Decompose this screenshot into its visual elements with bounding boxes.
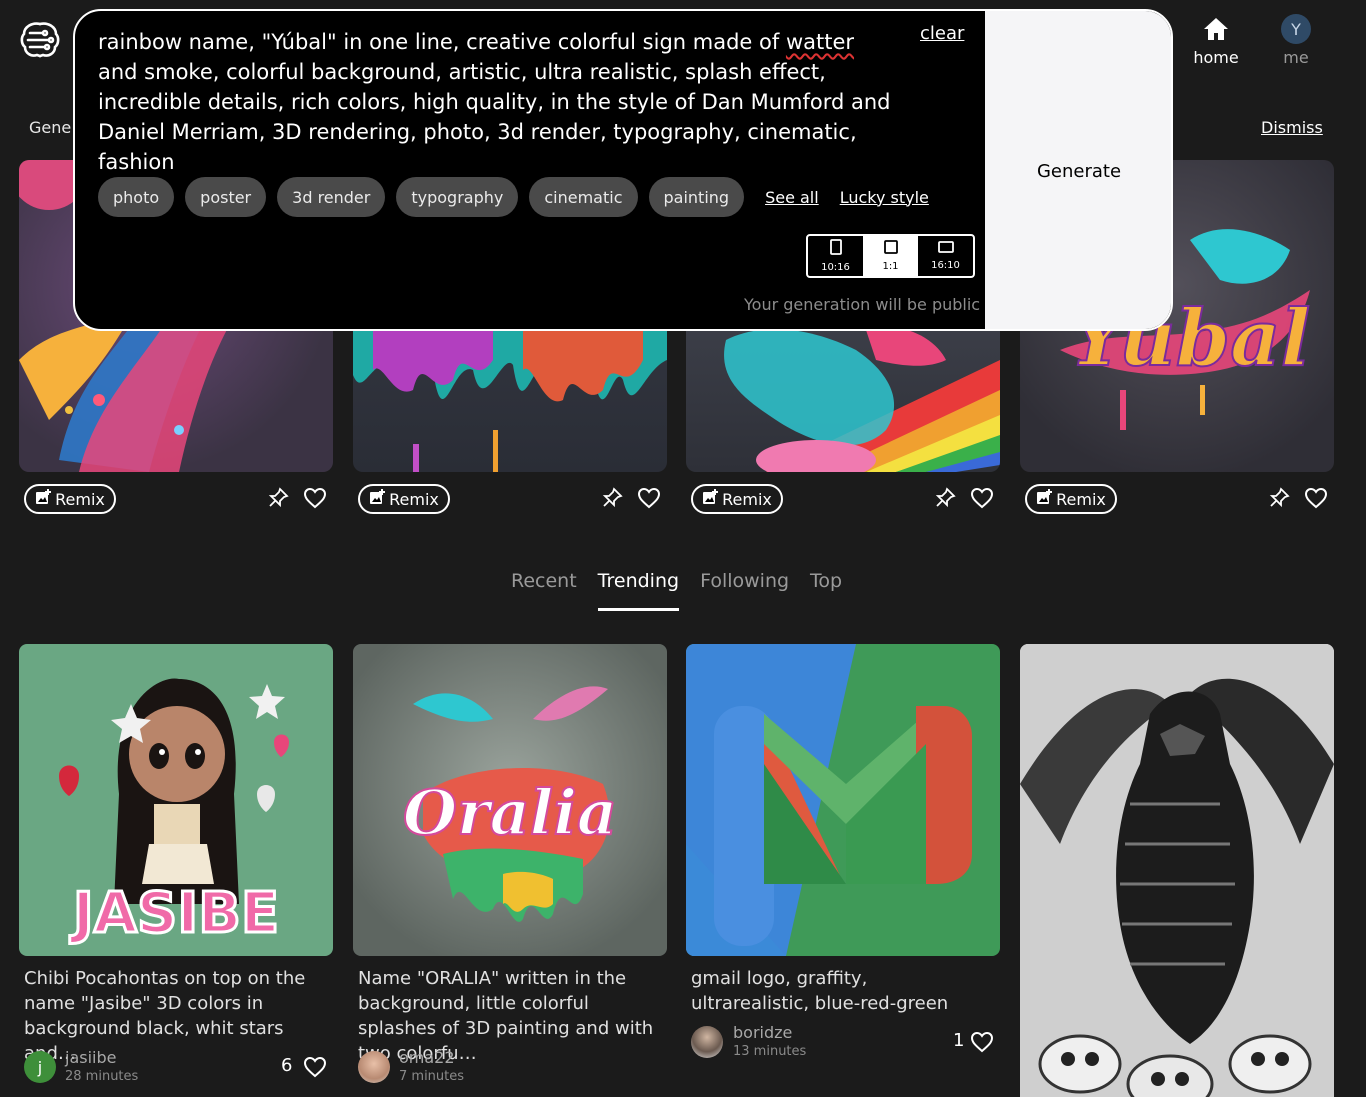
remix-label: Remix xyxy=(389,489,439,509)
image-plus-icon xyxy=(369,489,386,509)
aspect-label: 1:1 xyxy=(882,261,899,272)
user-name[interactable]: boridze xyxy=(733,1023,792,1042)
aspect-ratio-selector: 10:16 1:1 16:10 xyxy=(806,234,975,278)
nav-home[interactable]: home xyxy=(1186,14,1246,67)
home-icon xyxy=(1201,14,1231,44)
prompt-misspelled-word: watter xyxy=(785,30,855,54)
generate-button[interactable]: Generate xyxy=(985,11,1171,329)
image-plus-icon xyxy=(35,489,52,509)
avatar[interactable]: j xyxy=(24,1051,56,1083)
oralia-image-text: Oralia xyxy=(403,776,617,849)
heart-icon[interactable] xyxy=(970,486,994,510)
remix-button[interactable]: Remix xyxy=(24,484,116,514)
like-count: 1 xyxy=(953,1030,965,1051)
image-plus-icon xyxy=(1036,489,1053,509)
jasibe-image-text: JASIBE xyxy=(69,881,279,946)
avatar[interactable] xyxy=(358,1051,390,1083)
style-chips: photo poster 3d render typography cinema… xyxy=(98,177,929,217)
feed-image-gmail[interactable] xyxy=(686,644,1000,956)
heart-icon[interactable] xyxy=(970,1030,994,1054)
aspect-option-landscape[interactable]: 16:10 xyxy=(918,236,973,276)
prompt-text-start: rainbow name, "Yúbal" in one line, creat… xyxy=(98,30,786,54)
pin-icon[interactable] xyxy=(1267,486,1291,510)
like-count: 6 xyxy=(281,1055,293,1076)
tab-top[interactable]: Top xyxy=(810,570,842,611)
heart-icon[interactable] xyxy=(637,486,661,510)
pin-icon[interactable] xyxy=(933,486,957,510)
public-notice: Your generation will be public xyxy=(744,295,981,314)
dismiss-link[interactable]: Dismiss xyxy=(1261,118,1323,137)
aspect-label: 16:10 xyxy=(931,260,960,271)
me-avatar-wrap: Y xyxy=(1281,14,1311,44)
style-chip-photo[interactable]: photo xyxy=(98,177,175,217)
square-aspect-icon xyxy=(883,240,898,257)
aspect-option-square[interactable]: 1:1 xyxy=(863,236,918,276)
remix-label: Remix xyxy=(722,489,772,509)
tab-recent[interactable]: Recent xyxy=(511,570,577,611)
section-label: Gene xyxy=(29,118,72,137)
heart-icon[interactable] xyxy=(303,486,327,510)
aspect-label: 10:16 xyxy=(821,262,850,273)
aspect-option-portrait[interactable]: 10:16 xyxy=(808,236,863,276)
image-plus-icon xyxy=(702,489,719,509)
feed-image-jasibe[interactable]: JASIBE xyxy=(19,644,333,956)
portrait-aspect-icon xyxy=(829,239,842,258)
remix-label: Remix xyxy=(1056,489,1106,509)
style-chip-painting[interactable]: painting xyxy=(648,177,745,217)
app-root: home Y me Gene Dismiss Yúbal Remix Remix… xyxy=(0,0,1366,1097)
brain-logo-icon[interactable] xyxy=(18,18,62,62)
lucky-style-link[interactable]: Lucky style xyxy=(840,188,929,207)
heart-icon[interactable] xyxy=(1304,486,1328,510)
avatar[interactable] xyxy=(691,1026,723,1058)
remix-button[interactable]: Remix xyxy=(358,484,450,514)
remix-label: Remix xyxy=(55,489,105,509)
prompt-input[interactable]: rainbow name, "Yúbal" in one line, creat… xyxy=(98,27,898,177)
post-time: 13 minutes xyxy=(733,1044,807,1059)
prompt-panel: rainbow name, "Yúbal" in one line, creat… xyxy=(73,9,1173,331)
heart-icon[interactable] xyxy=(303,1055,327,1079)
prompt-text-end: and smoke, colorful background, artistic… xyxy=(98,60,891,174)
tab-following[interactable]: Following xyxy=(700,570,789,611)
post-time: 28 minutes xyxy=(65,1069,139,1084)
post-time: 7 minutes xyxy=(399,1069,465,1084)
clear-button[interactable]: clear xyxy=(920,23,964,44)
remix-button[interactable]: Remix xyxy=(1025,484,1117,514)
nav-me-label: me xyxy=(1283,48,1309,67)
feed-image-oralia[interactable]: Oralia xyxy=(353,644,667,956)
nav-me[interactable]: Y me xyxy=(1266,14,1326,67)
style-chip-typography[interactable]: typography xyxy=(396,177,519,217)
landscape-aspect-icon xyxy=(937,241,954,256)
pin-icon[interactable] xyxy=(266,486,290,510)
nav-home-label: home xyxy=(1193,48,1239,67)
feed-tabs: Recent Trending Following Top xyxy=(511,570,842,611)
see-all-link[interactable]: See all xyxy=(765,188,819,207)
pin-icon[interactable] xyxy=(600,486,624,510)
feed-caption: gmail logo, graffity, ultrarealistic, bl… xyxy=(691,968,949,1014)
user-name[interactable]: oma22 xyxy=(399,1048,455,1067)
feed-image-dragon[interactable] xyxy=(1020,644,1334,1097)
tab-trending[interactable]: Trending xyxy=(597,570,680,611)
style-chip-poster[interactable]: poster xyxy=(185,177,267,217)
style-chip-cinematic[interactable]: cinematic xyxy=(529,177,638,217)
avatar: Y xyxy=(1281,14,1311,44)
remix-button[interactable]: Remix xyxy=(691,484,783,514)
style-chip-3d-render[interactable]: 3d render xyxy=(277,177,386,217)
user-name[interactable]: jasiibe xyxy=(65,1048,116,1067)
